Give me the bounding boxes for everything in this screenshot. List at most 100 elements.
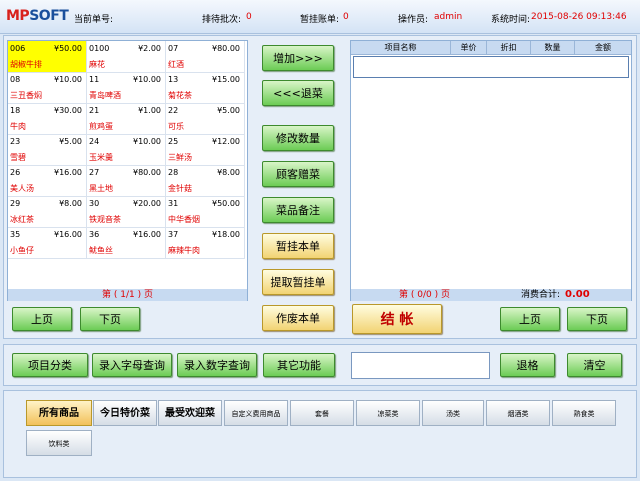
menu-item-code: 21 bbox=[89, 106, 100, 115]
menu-prev-page-button[interactable]: 上页 bbox=[12, 307, 72, 331]
tab-custom-fee[interactable]: 自定义费用商品 bbox=[224, 400, 288, 426]
tab-all-items[interactable]: 所有商品 bbox=[26, 400, 92, 426]
order-prev-page-button[interactable]: 上页 bbox=[500, 307, 560, 331]
pending-bills-value: 0 bbox=[343, 12, 349, 22]
menu-item-price: ¥5.00 bbox=[217, 106, 240, 115]
tab-soup[interactable]: 汤类 bbox=[422, 400, 484, 426]
menu-item[interactable]: 0100 ¥2.00 麻花 bbox=[87, 41, 166, 73]
menu-item-price: ¥18.00 bbox=[212, 230, 240, 239]
menu-item-code: 35 bbox=[10, 230, 21, 239]
menu-item[interactable]: 07 ¥80.00 红酒 bbox=[166, 41, 245, 73]
checkout-button[interactable]: 结 帐 bbox=[352, 304, 442, 334]
menu-item-price: ¥50.00 bbox=[212, 199, 240, 208]
menu-item-code: 31 bbox=[168, 199, 179, 208]
menu-item[interactable]: 23 ¥5.00 雪碧 bbox=[8, 134, 87, 166]
menu-item-name: 可乐 bbox=[168, 122, 184, 131]
menu-item-code: 30 bbox=[89, 199, 100, 208]
menu-item-name: 麻花 bbox=[89, 60, 105, 69]
menu-item-price: ¥50.00 bbox=[54, 44, 82, 53]
tab-deli[interactable]: 熟食类 bbox=[552, 400, 616, 426]
add-item-button[interactable]: 增加>>> bbox=[262, 45, 334, 71]
menu-item-price: ¥20.00 bbox=[133, 199, 161, 208]
other-functions-button[interactable]: 其它功能 bbox=[263, 353, 335, 377]
letter-query-button[interactable]: 录入字母查询 bbox=[92, 353, 172, 377]
menu-item-name: 红酒 bbox=[168, 60, 184, 69]
tab-beverage[interactable]: 饮料类 bbox=[26, 430, 92, 456]
menu-item-name: 青岛啤酒 bbox=[89, 91, 121, 100]
number-query-button[interactable]: 录入数字查询 bbox=[177, 353, 257, 377]
return-item-button[interactable]: <<<退菜 bbox=[262, 80, 334, 106]
menu-item-price: ¥16.00 bbox=[54, 230, 82, 239]
menu-item-price: ¥10.00 bbox=[133, 137, 161, 146]
menu-item[interactable]: 25 ¥12.00 三鲜汤 bbox=[166, 134, 245, 166]
clear-button[interactable]: 清空 bbox=[567, 353, 622, 377]
menu-item[interactable]: 21 ¥1.00 煎鸡蛋 bbox=[87, 103, 166, 135]
menu-item-code: 36 bbox=[89, 230, 100, 239]
system-time-value: 2015-08-26 09:13:46 bbox=[531, 12, 627, 22]
menu-item-price: ¥80.00 bbox=[212, 44, 240, 53]
menu-item-price: ¥5.00 bbox=[59, 137, 82, 146]
backspace-button[interactable]: 退格 bbox=[500, 353, 555, 377]
menu-item-code: 26 bbox=[10, 168, 21, 177]
menu-item[interactable]: 30 ¥20.00 铁观音茶 bbox=[87, 196, 166, 228]
menu-item-code: 28 bbox=[168, 168, 179, 177]
menu-item-code: 18 bbox=[10, 106, 21, 115]
tab-tobacco-wine[interactable]: 烟酒类 bbox=[486, 400, 550, 426]
menu-item[interactable]: 31 ¥50.00 中华香烟 bbox=[166, 196, 245, 228]
col-item-name: 项目名称 bbox=[351, 41, 451, 54]
menu-item[interactable]: 22 ¥5.00 可乐 bbox=[166, 103, 245, 135]
order-table-header: 项目名称 单价 折扣 数量 金额 bbox=[351, 41, 631, 55]
menu-item[interactable]: 29 ¥8.00 冰红茶 bbox=[8, 196, 87, 228]
menu-item-price: ¥8.00 bbox=[59, 199, 82, 208]
total-label: 消费合计: bbox=[521, 290, 561, 300]
menu-item[interactable]: 26 ¥16.00 美人汤 bbox=[8, 165, 87, 197]
menu-item[interactable]: 11 ¥10.00 青岛啤酒 bbox=[87, 72, 166, 104]
menu-item-code: 22 bbox=[168, 106, 179, 115]
query-input[interactable] bbox=[351, 352, 490, 379]
order-next-page-button[interactable]: 下页 bbox=[567, 307, 627, 331]
menu-item-price: ¥2.00 bbox=[138, 44, 161, 53]
menu-item-price: ¥30.00 bbox=[54, 106, 82, 115]
col-quantity: 数量 bbox=[531, 41, 575, 54]
hold-order-button[interactable]: 暂挂本单 bbox=[262, 233, 334, 259]
menu-item-name: 煎鸡蛋 bbox=[89, 122, 113, 131]
tab-cold-dish[interactable]: 凉菜类 bbox=[356, 400, 420, 426]
order-table: 项目名称 单价 折扣 数量 金额 bbox=[350, 40, 632, 301]
menu-item[interactable]: 18 ¥30.00 牛肉 bbox=[8, 103, 87, 135]
menu-item[interactable]: 24 ¥10.00 玉米羹 bbox=[87, 134, 166, 166]
menu-item-code: 07 bbox=[168, 44, 179, 53]
tab-set-meal[interactable]: 套餐 bbox=[290, 400, 354, 426]
col-amount: 金额 bbox=[595, 43, 611, 52]
menu-item-name: 冰红茶 bbox=[10, 215, 34, 224]
menu-item[interactable]: 13 ¥15.00 菊花茶 bbox=[166, 72, 245, 104]
item-note-button[interactable]: 菜品备注 bbox=[262, 197, 334, 223]
menu-item-price: ¥16.00 bbox=[54, 168, 82, 177]
menu-item[interactable]: 36 ¥16.00 鱿鱼丝 bbox=[87, 227, 166, 259]
menu-next-page-button[interactable]: 下页 bbox=[80, 307, 140, 331]
menu-item[interactable]: 006 ¥50.00 胡椒牛排 bbox=[8, 41, 87, 73]
menu-item-code: 006 bbox=[10, 44, 26, 53]
pending-bills-label: 暂挂账单: bbox=[300, 15, 340, 25]
void-order-button[interactable]: 作废本单 bbox=[262, 305, 334, 331]
menu-item-price: ¥10.00 bbox=[133, 75, 161, 84]
customer-gift-button[interactable]: 顾客赠菜 bbox=[262, 161, 334, 187]
menu-grid: 006 ¥50.00 胡椒牛排 0100 ¥2.00 麻花 07 ¥80.00 红酒 08 ¥10.… bbox=[7, 40, 248, 301]
menu-item[interactable]: 27 ¥80.00 黑土地 bbox=[87, 165, 166, 197]
batch-label: 排待批次: bbox=[202, 15, 242, 25]
menu-item[interactable]: 35 ¥16.00 小鱼仔 bbox=[8, 227, 87, 259]
tab-today-special[interactable]: 今日特价菜 bbox=[93, 400, 157, 426]
fetch-held-order-button[interactable]: 提取暂挂单 bbox=[262, 269, 334, 295]
menu-item-name: 鱿鱼丝 bbox=[89, 246, 113, 255]
menu-item[interactable]: 08 ¥10.00 三丑香焖 bbox=[8, 72, 87, 104]
order-selected-row[interactable] bbox=[353, 56, 629, 78]
menu-item[interactable]: 37 ¥18.00 麻辣牛肉 bbox=[166, 227, 245, 259]
menu-item-price: ¥8.00 bbox=[217, 168, 240, 177]
tab-most-popular[interactable]: 最受欢迎菜 bbox=[158, 400, 222, 426]
category-button[interactable]: 项目分类 bbox=[12, 353, 88, 377]
menu-item-code: 37 bbox=[168, 230, 179, 239]
modify-quantity-button[interactable]: 修改数量 bbox=[262, 125, 334, 151]
menu-item-code: 08 bbox=[10, 75, 21, 84]
menu-item-price: ¥80.00 bbox=[133, 168, 161, 177]
menu-item-name: 三丑香焖 bbox=[10, 91, 42, 100]
menu-item[interactable]: 28 ¥8.00 金针菇 bbox=[166, 165, 245, 197]
